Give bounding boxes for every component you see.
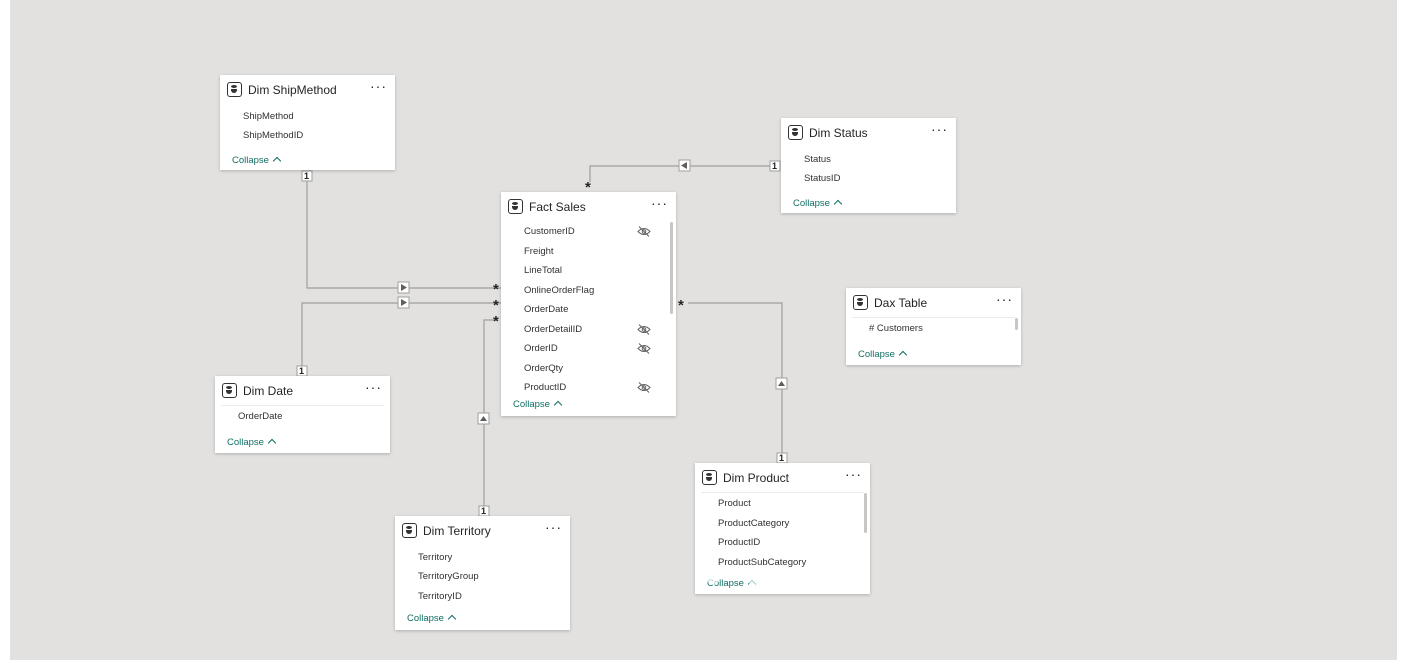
- cardinality-many: *: [493, 281, 499, 298]
- header-divider: [701, 492, 864, 493]
- cardinality-many: *: [493, 297, 499, 314]
- collapse-button[interactable]: Collapse: [793, 198, 843, 209]
- eye-hidden-icon: [637, 324, 651, 335]
- field-item[interactable]: ShipMethod: [243, 111, 294, 122]
- table-title: Fact Sales: [529, 200, 586, 214]
- table-card-header[interactable]: Dim Status ···: [781, 118, 956, 148]
- scrollbar[interactable]: [864, 493, 867, 533]
- field-item[interactable]: Status: [804, 154, 831, 165]
- field-item[interactable]: StatusID: [804, 173, 840, 184]
- scrollbar[interactable]: [670, 222, 673, 314]
- table-card-dim-status[interactable]: Dim Status ··· Status StatusID Collapse: [781, 118, 956, 213]
- field-item[interactable]: TerritoryGroup: [418, 571, 479, 582]
- collapse-button[interactable]: Collapse: [858, 349, 908, 360]
- table-title: Dim Territory: [423, 524, 491, 538]
- eye-hidden-icon: [637, 382, 651, 393]
- table-card-header[interactable]: Fact Sales ···: [501, 192, 676, 222]
- header-divider: [221, 405, 384, 406]
- chevron-up-icon: [447, 614, 457, 624]
- field-item[interactable]: OrderID: [524, 343, 558, 354]
- table-title: Dim Status: [809, 126, 868, 140]
- more-options-icon[interactable]: ···: [996, 291, 1013, 307]
- eye-hidden-icon: [637, 226, 651, 237]
- table-title: Dim Product: [723, 471, 790, 485]
- more-options-icon[interactable]: ···: [365, 379, 382, 395]
- database-icon: [788, 125, 803, 140]
- table-card-dim-shipmethod[interactable]: Dim ShipMethod ··· ShipMethod ShipMethod…: [220, 75, 395, 170]
- field-item[interactable]: ProductID: [524, 382, 566, 393]
- more-options-icon[interactable]: ···: [370, 78, 387, 94]
- table-card-dim-territory[interactable]: Dim Territory ··· Territory TerritoryGro…: [395, 516, 570, 630]
- field-item[interactable]: ProductID: [718, 537, 760, 548]
- table-card-dax-table[interactable]: Dax Table ··· # Customers Collapse: [846, 288, 1021, 365]
- cardinality-one: 1: [481, 506, 487, 516]
- collapse-button[interactable]: Collapse: [227, 437, 277, 448]
- field-item[interactable]: ProductSubCategory: [718, 557, 806, 568]
- field-item[interactable]: # Customers: [869, 323, 923, 334]
- field-item[interactable]: OrderDate: [238, 411, 282, 422]
- more-options-icon[interactable]: ···: [545, 519, 562, 535]
- relation-date-line: [301, 302, 501, 367]
- model-canvas[interactable]: 1 1 1 1 1 * * * * * Dim ShipMethod ··· S…: [10, 0, 1397, 660]
- cardinality-many: *: [493, 313, 499, 330]
- database-icon: [402, 523, 417, 538]
- field-item[interactable]: OrderDate: [524, 304, 568, 315]
- cardinality-one: 1: [772, 161, 778, 171]
- table-card-dim-date[interactable]: Dim Date ··· OrderDate Collapse: [215, 376, 390, 453]
- more-options-icon[interactable]: ···: [845, 466, 862, 482]
- chevron-up-icon: [553, 400, 563, 410]
- database-icon: [508, 199, 523, 214]
- field-item[interactable]: CustomerID: [524, 226, 575, 237]
- cardinality-one: 1: [779, 453, 785, 463]
- loading-dot: [747, 573, 759, 585]
- collapse-button[interactable]: Collapse: [232, 155, 282, 166]
- table-card-header[interactable]: Dim ShipMethod ···: [220, 75, 395, 105]
- chevron-up-icon: [898, 350, 908, 360]
- field-item[interactable]: OnlineOrderFlag: [524, 285, 594, 296]
- database-icon: [853, 295, 868, 310]
- table-card-fact-sales[interactable]: Fact Sales ··· CustomerID Freight LineTo…: [501, 192, 676, 416]
- field-item[interactable]: OrderDetailID: [524, 324, 582, 335]
- more-options-icon[interactable]: ···: [651, 195, 668, 211]
- loading-dot: [773, 573, 785, 585]
- cardinality-one: 1: [299, 366, 305, 376]
- table-card-dim-product[interactable]: Dim Product ··· Product ProductCategory …: [695, 463, 870, 594]
- scrollbar[interactable]: [1015, 318, 1018, 330]
- table-title: Dim ShipMethod: [248, 83, 337, 97]
- field-item[interactable]: ProductCategory: [718, 518, 789, 529]
- field-item[interactable]: TerritoryID: [418, 591, 462, 602]
- cardinality-one: 1: [304, 171, 310, 181]
- field-item[interactable]: LineTotal: [524, 265, 562, 276]
- chevron-up-icon: [272, 156, 282, 166]
- field-item[interactable]: Territory: [418, 552, 452, 563]
- database-icon: [227, 82, 242, 97]
- table-title: Dim Date: [243, 384, 294, 398]
- chevron-up-icon: [267, 438, 277, 448]
- collapse-button[interactable]: Collapse: [513, 399, 563, 410]
- table-card-header[interactable]: Dim Date ···: [215, 376, 390, 406]
- more-options-icon[interactable]: ···: [931, 121, 948, 137]
- table-card-header[interactable]: Dax Table ···: [846, 288, 1021, 318]
- field-item[interactable]: OrderQty: [524, 363, 563, 374]
- relation-shipmethod-line: [306, 176, 501, 289]
- header-divider: [852, 317, 1015, 318]
- collapse-button[interactable]: Collapse: [407, 613, 457, 624]
- chevron-up-icon: [833, 199, 843, 209]
- field-item[interactable]: Product: [718, 498, 751, 509]
- loading-dot: [707, 573, 719, 585]
- database-icon: [702, 470, 717, 485]
- eye-hidden-icon: [637, 343, 651, 354]
- database-icon: [222, 383, 237, 398]
- field-item[interactable]: Freight: [524, 246, 554, 257]
- cardinality-many: *: [678, 297, 684, 314]
- relation-product-line: [688, 302, 783, 454]
- table-title: Dax Table: [874, 296, 928, 310]
- table-card-header[interactable]: Dim Territory ···: [395, 516, 570, 546]
- field-item[interactable]: ShipMethodID: [243, 130, 303, 141]
- table-card-header[interactable]: Dim Product ···: [695, 463, 870, 493]
